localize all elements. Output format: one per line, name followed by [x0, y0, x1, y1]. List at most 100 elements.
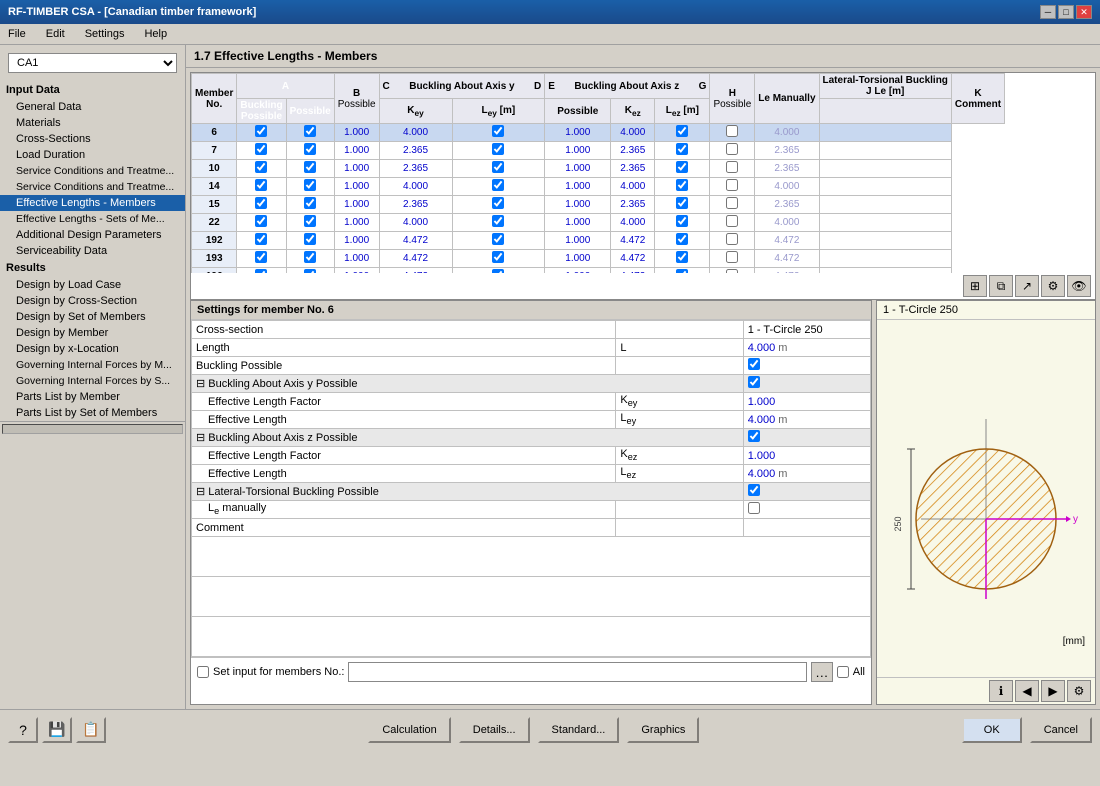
cell-b-possible[interactable]: [286, 160, 334, 178]
standard-button[interactable]: Standard...: [538, 717, 620, 743]
table-row[interactable]: 101.0002.3651.0002.3652.365: [192, 160, 1005, 178]
cb-buckling-possible[interactable]: [255, 125, 267, 137]
sidebar-item-general-data[interactable]: General Data: [0, 99, 185, 115]
sidebar-item-design-x-location[interactable]: Design by x-Location: [0, 341, 185, 357]
cell-ltb-possible[interactable]: [655, 142, 710, 160]
cell-e-possible[interactable]: [452, 160, 545, 178]
cb-e-possible[interactable]: [492, 125, 504, 137]
cb-ltb-possible[interactable]: [676, 197, 688, 209]
minimize-button[interactable]: ─: [1040, 5, 1056, 19]
cell-ltb-possible[interactable]: [655, 214, 710, 232]
details-button[interactable]: Details...: [459, 717, 530, 743]
close-button[interactable]: ✕: [1076, 5, 1092, 19]
table-row[interactable]: 151.0002.3651.0002.3652.365: [192, 196, 1005, 214]
cell-ltb-possible[interactable]: [655, 250, 710, 268]
checkbox-buckling-possible[interactable]: [748, 358, 760, 370]
cb-buckling-possible[interactable]: [255, 269, 267, 273]
toolbar-btn-4[interactable]: ⚙: [1041, 275, 1065, 297]
preview-btn-info[interactable]: ℹ: [989, 680, 1013, 702]
cell-buckling-possible[interactable]: [237, 250, 286, 268]
cell-le-manually[interactable]: [710, 250, 755, 268]
cb-buckling-possible[interactable]: [255, 251, 267, 263]
menu-edit[interactable]: Edit: [42, 26, 69, 42]
cb-le-manually[interactable]: [726, 215, 738, 227]
cb-buckling-possible[interactable]: [255, 143, 267, 155]
sidebar-item-load-duration[interactable]: Load Duration: [0, 147, 185, 163]
table-row[interactable]: 61.0004.0001.0004.0004.000: [192, 124, 1005, 142]
bottom-icon-btn-1[interactable]: ?: [8, 717, 38, 743]
cell-le-manually[interactable]: [710, 232, 755, 250]
cb-buckling-possible[interactable]: [255, 233, 267, 245]
cb-buckling-possible[interactable]: [255, 215, 267, 227]
cb-e-possible[interactable]: [492, 233, 504, 245]
table-row[interactable]: 71.0002.3651.0002.3652.365: [192, 142, 1005, 160]
checkbox-axis-z-possible[interactable]: [748, 430, 760, 442]
cb-e-possible[interactable]: [492, 197, 504, 209]
preview-btn-prev[interactable]: ◀: [1015, 680, 1039, 702]
cell-b-possible[interactable]: [286, 142, 334, 160]
checkbox-ltb-possible[interactable]: [748, 484, 760, 496]
cell-ltb-possible[interactable]: [655, 196, 710, 214]
cell-buckling-possible[interactable]: [237, 124, 286, 142]
cb-le-manually[interactable]: [726, 251, 738, 263]
toolbar-btn-3[interactable]: ↗: [1015, 275, 1039, 297]
cell-e-possible[interactable]: [452, 214, 545, 232]
sidebar-scrollbar[interactable]: [0, 421, 185, 435]
cb-b-possible[interactable]: [304, 251, 316, 263]
cb-le-manually[interactable]: [726, 125, 738, 137]
toolbar-btn-1[interactable]: ⊞: [963, 275, 987, 297]
cb-b-possible[interactable]: [304, 197, 316, 209]
cell-b-possible[interactable]: [286, 232, 334, 250]
cb-buckling-possible[interactable]: [255, 179, 267, 191]
cb-le-manually[interactable]: [726, 197, 738, 209]
cell-e-possible[interactable]: [452, 232, 545, 250]
cell-le-manually[interactable]: [710, 178, 755, 196]
graphics-button[interactable]: Graphics: [627, 717, 699, 743]
cb-e-possible[interactable]: [492, 215, 504, 227]
cb-ltb-possible[interactable]: [676, 269, 688, 273]
set-input-btn[interactable]: …: [811, 662, 833, 682]
cb-le-manually[interactable]: [726, 269, 738, 273]
cell-buckling-possible[interactable]: [237, 178, 286, 196]
toolbar-btn-2[interactable]: ⧉: [989, 275, 1013, 297]
cb-ltb-possible[interactable]: [676, 161, 688, 173]
sidebar-item-parts-list-set[interactable]: Parts List by Set of Members: [0, 405, 185, 421]
cell-buckling-possible[interactable]: [237, 196, 286, 214]
cell-e-possible[interactable]: [452, 196, 545, 214]
sidebar-item-effective-lengths-sets[interactable]: Effective Lengths - Sets of Me...: [0, 211, 185, 227]
cb-le-manually[interactable]: [726, 143, 738, 155]
cb-e-possible[interactable]: [492, 251, 504, 263]
cb-buckling-possible[interactable]: [255, 161, 267, 173]
sidebar-item-design-member[interactable]: Design by Member: [0, 325, 185, 341]
cb-e-possible[interactable]: [492, 179, 504, 191]
set-input-field[interactable]: [348, 662, 806, 682]
sidebar-item-additional-design[interactable]: Additional Design Parameters: [0, 227, 185, 243]
set-input-checkbox[interactable]: [197, 666, 209, 678]
cb-le-manually[interactable]: [726, 161, 738, 173]
table-row[interactable]: 1921.0004.4721.0004.4724.472: [192, 232, 1005, 250]
cell-ltb-possible[interactable]: [655, 124, 710, 142]
cancel-button[interactable]: Cancel: [1030, 717, 1092, 743]
sidebar-item-parts-list-member[interactable]: Parts List by Member: [0, 389, 185, 405]
cb-ltb-possible[interactable]: [676, 233, 688, 245]
cell-e-possible[interactable]: [452, 250, 545, 268]
sidebar-item-governing-forces-s[interactable]: Governing Internal Forces by S...: [0, 373, 185, 389]
cell-b-possible[interactable]: [286, 124, 334, 142]
cell-buckling-possible[interactable]: [237, 160, 286, 178]
checkbox-le-manually[interactable]: [748, 502, 760, 514]
cell-buckling-possible[interactable]: [237, 142, 286, 160]
sidebar-item-service-1[interactable]: Service Conditions and Treatme...: [0, 163, 185, 179]
preview-btn-settings[interactable]: ⚙: [1067, 680, 1091, 702]
case-dropdown[interactable]: CA1: [8, 53, 177, 73]
cb-ltb-possible[interactable]: [676, 251, 688, 263]
cell-b-possible[interactable]: [286, 214, 334, 232]
sidebar-item-design-set-members[interactable]: Design by Set of Members: [0, 309, 185, 325]
sidebar-item-service-2[interactable]: Service Conditions and Treatme...: [0, 179, 185, 195]
cell-le-manually[interactable]: [710, 214, 755, 232]
sidebar-item-materials[interactable]: Materials: [0, 115, 185, 131]
cell-b-possible[interactable]: [286, 196, 334, 214]
sidebar-item-governing-forces-m[interactable]: Governing Internal Forces by M...: [0, 357, 185, 373]
ok-button[interactable]: OK: [962, 717, 1022, 743]
menu-settings[interactable]: Settings: [81, 26, 129, 42]
menu-file[interactable]: File: [4, 26, 30, 42]
